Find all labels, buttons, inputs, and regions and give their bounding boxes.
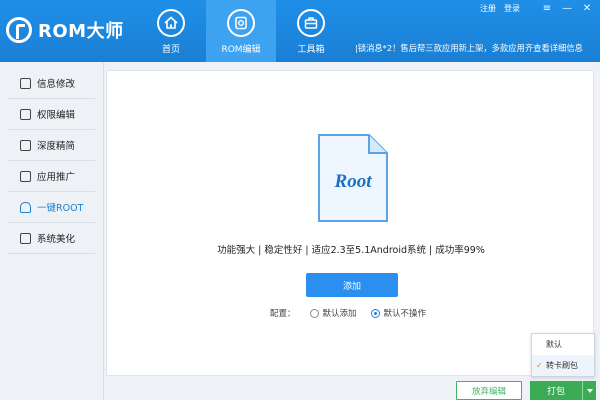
feature-summary: 功能强大 | 稳定性好 | 适应2.3至5.1Android系统 | 成功率99… — [217, 245, 485, 256]
nav-home-label: 首页 — [161, 45, 180, 55]
login-link[interactable]: 登录 — [504, 3, 520, 14]
edit-icon — [20, 77, 31, 89]
app-logo: ROM大师 — [6, 14, 124, 46]
account-links: 注册 登录 — [480, 3, 520, 14]
add-button[interactable]: 添加 — [306, 273, 398, 297]
sidebar-item-label: 权限编辑 — [37, 110, 76, 121]
register-link[interactable]: 注册 — [480, 3, 496, 14]
logo-icon — [6, 17, 32, 43]
sidebar-item-info-edit[interactable]: 信息修改 — [8, 68, 95, 99]
window-controls: ≡ — ✕ — [538, 2, 596, 15]
apps-icon — [20, 170, 31, 182]
toolbox-icon — [297, 9, 325, 37]
root-document-icon: Root — [318, 134, 388, 222]
option-default-add[interactable]: 默认添加 — [309, 307, 357, 319]
sidebar-item-app-promo[interactable]: 应用推广 — [8, 161, 95, 192]
sidebar-item-label: 信息修改 — [37, 79, 76, 90]
main-panel: Root 功能强大 | 稳定性好 | 适应2.3至5.1Android系统 | … — [106, 70, 594, 376]
check-icon: ✓ — [536, 361, 543, 370]
config-row: 配置： 默认添加 默认不操作 — [270, 307, 426, 319]
nav-toolbox[interactable]: 工具箱 — [276, 0, 346, 62]
rom-edit-icon — [227, 9, 255, 37]
close-icon[interactable]: ✕ — [578, 2, 596, 15]
option-label: 默认不操作 — [383, 309, 427, 319]
option-default-none[interactable]: 默认不操作 — [370, 307, 427, 319]
sidebar-item-permission[interactable]: 权限编辑 — [8, 99, 95, 130]
sidebar-item-beautify[interactable]: 系统美化 — [8, 223, 95, 254]
sidebar-item-deep-trim[interactable]: 深度精简 — [8, 130, 95, 161]
menu-icon[interactable]: ≡ — [538, 2, 556, 15]
option-label: 默认添加 — [322, 309, 357, 319]
dropdown-item-label: 默认 — [546, 340, 562, 349]
radio-default-add[interactable] — [309, 308, 319, 318]
dropdown-item-card-flash[interactable]: ✓ 转卡刷包 — [532, 355, 594, 376]
nav-home[interactable]: 首页 — [136, 0, 206, 62]
main-nav: 首页 ROM编辑 工具箱 — [136, 0, 346, 62]
image-icon — [20, 232, 31, 244]
sidebar: 信息修改 权限编辑 深度精简 应用推广 一键ROOT 系统美化 — [0, 62, 104, 400]
trash-icon — [20, 139, 31, 151]
pack-dropdown-menu: 默认 ✓ 转卡刷包 — [531, 333, 595, 377]
nav-rom-edit-label: ROM编辑 — [221, 45, 261, 55]
permission-icon — [20, 108, 31, 120]
sidebar-item-label: 深度精简 — [37, 141, 76, 152]
root-doc-label: Root — [334, 171, 373, 192]
title-bar: ROM大师 首页 ROM编辑 工具箱 注册 登录 ≡ — ✕ |锁消息*2！售后… — [0, 0, 600, 62]
config-label: 配置： — [270, 309, 296, 319]
sidebar-item-one-click-root[interactable]: 一键ROOT — [8, 192, 95, 223]
pack-button-label: 打包 — [546, 387, 565, 397]
sidebar-item-label: 一键ROOT — [37, 203, 84, 214]
discard-edit-button[interactable]: 放弃编辑 — [456, 381, 522, 400]
dropdown-item-label: 转卡刷包 — [546, 361, 578, 370]
dropdown-item-default[interactable]: 默认 — [532, 334, 594, 355]
chevron-down-icon[interactable] — [582, 381, 596, 400]
minimize-icon[interactable]: — — [558, 2, 576, 15]
sidebar-item-label: 应用推广 — [37, 172, 76, 183]
nav-rom-edit[interactable]: ROM编辑 — [206, 0, 276, 62]
home-icon — [157, 9, 185, 37]
nav-toolbox-label: 工具箱 — [297, 45, 325, 55]
logo-text: ROM大师 — [38, 21, 124, 42]
pack-button[interactable]: 打包 — [530, 381, 596, 400]
android-icon — [20, 201, 31, 213]
radio-default-none[interactable] — [370, 308, 380, 318]
sidebar-item-label: 系统美化 — [37, 234, 76, 245]
news-ticker[interactable]: |锁消息*2！售后帮三款应用新上架，多款应用齐查看详细信息 — [355, 42, 600, 54]
